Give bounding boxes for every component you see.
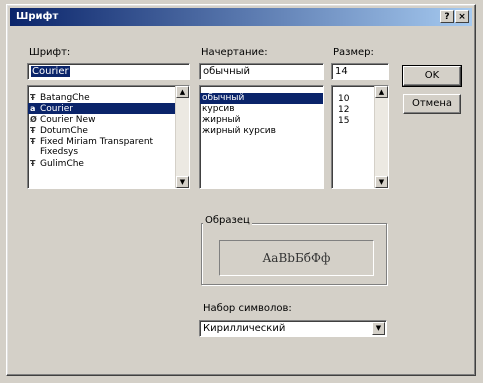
size-label: Размер: [333, 47, 374, 58]
font-type-tt-icon: Ŧ [30, 159, 36, 168]
font-list-item[interactable]: Ŧ DotumChe [28, 125, 189, 136]
size-list-scrollbar[interactable]: ▲ ▼ [374, 86, 388, 188]
cancel-button[interactable]: Отмена [403, 94, 461, 114]
font-label: Шрифт: [29, 47, 71, 58]
chevron-down-icon[interactable]: ▼ [372, 322, 385, 335]
font-type-tt-icon: Ŧ [30, 137, 36, 146]
font-list-item[interactable]: Ŧ GulimChe [28, 158, 189, 169]
ok-button[interactable]: OK [402, 65, 462, 87]
help-icon[interactable]: ? [440, 10, 454, 23]
sample-preview: AaBbБбФф [219, 240, 374, 276]
font-input-value: Courier [31, 66, 70, 77]
font-type-o-icon: Ø [30, 115, 37, 124]
font-list-item[interactable]: Ŧ BatangChe [28, 92, 189, 103]
size-list[interactable]: 10 12 15 ▲ ▼ [331, 85, 389, 189]
charset-value: Кириллический [203, 323, 286, 334]
style-label: Начертание: [201, 47, 268, 58]
font-list-item-label: BatangChe [40, 93, 90, 103]
font-list-item-label: Fixed Miriam Transparent [40, 137, 154, 147]
window-title: Шрифт [16, 11, 59, 22]
scroll-down-icon[interactable]: ▼ [176, 176, 189, 188]
font-type-a-icon: a [30, 104, 36, 113]
charset-select[interactable]: Кириллический ▼ [199, 320, 387, 337]
font-list-item[interactable]: Ŧ Fixed Miriam Transparent [28, 136, 189, 147]
font-list-item[interactable]: Ø Courier New [28, 114, 189, 125]
style-list[interactable]: обычный курсив жирный жирный курсив [199, 85, 324, 189]
scroll-up-icon[interactable]: ▲ [176, 86, 189, 98]
font-type-tt-icon: Ŧ [30, 126, 36, 135]
style-list-item[interactable]: жирный [200, 115, 323, 126]
scroll-up-icon[interactable]: ▲ [375, 86, 388, 98]
style-list-item[interactable]: жирный курсив [200, 126, 323, 137]
style-list-item[interactable]: курсив [200, 104, 323, 115]
sample-label: Образец [203, 215, 252, 226]
close-icon[interactable]: × [455, 10, 469, 23]
size-input[interactable]: 14 [331, 63, 389, 80]
font-type-tt-icon: Ŧ [30, 93, 36, 102]
font-list-item[interactable]: a Courier [28, 103, 189, 114]
charset-label: Набор символов: [203, 303, 292, 314]
font-list-item[interactable]: Fixedsys [28, 147, 189, 158]
font-list-item-label: DotumChe [40, 126, 88, 136]
font-dialog: Шрифт ? × Шрифт: Courier Ŧ BatangChe a Cour… [6, 4, 476, 376]
scroll-down-icon[interactable]: ▼ [375, 176, 388, 188]
font-input[interactable]: Courier [27, 63, 190, 80]
font-list[interactable]: Ŧ BatangChe a Courier Ø Courier New Ŧ DotumChe Ŧ… [27, 85, 190, 189]
font-list-item-label: Fixedsys [40, 147, 79, 157]
font-list-item-label: Courier New [40, 115, 96, 125]
style-list-item[interactable]: обычный [200, 93, 323, 104]
title-bar[interactable]: Шрифт ? × [10, 8, 472, 26]
font-list-item-label: GulimChe [40, 159, 84, 169]
font-list-scrollbar[interactable]: ▲ ▼ [175, 86, 189, 188]
font-list-item-label: Courier [40, 104, 73, 114]
style-input[interactable]: обычный [199, 63, 324, 80]
